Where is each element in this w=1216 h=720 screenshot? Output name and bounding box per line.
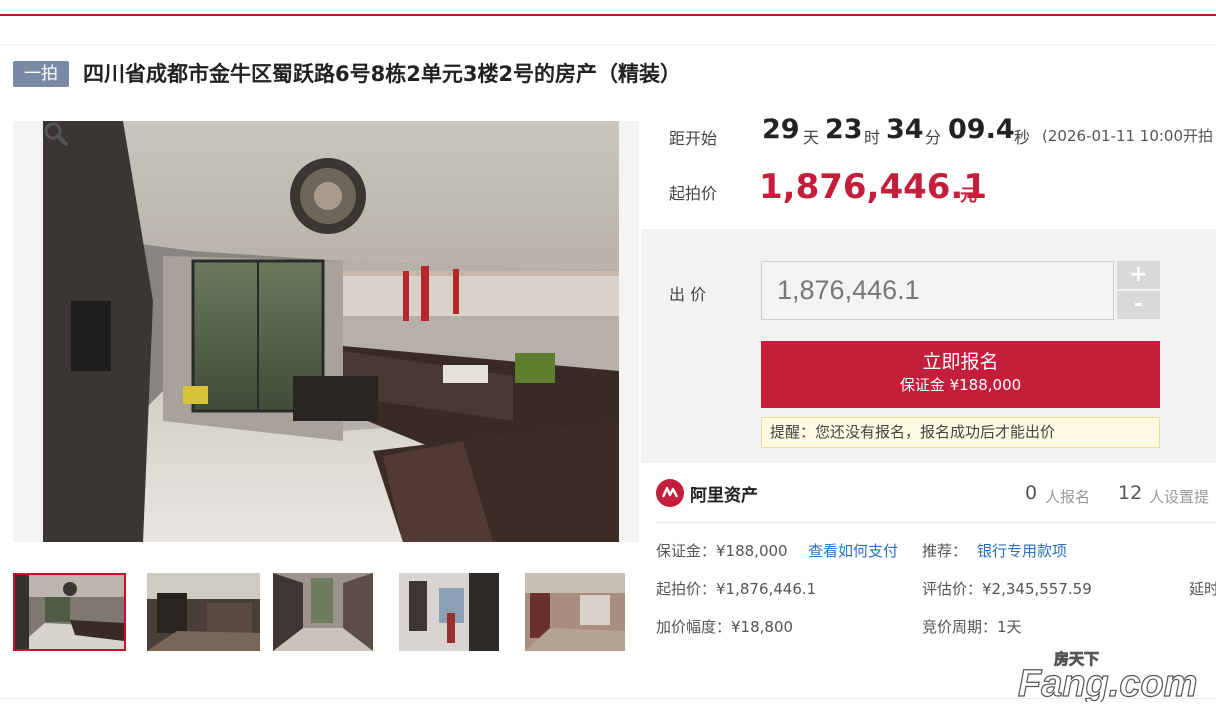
signup-count: 0 (1025, 482, 1038, 504)
ali-assets-logo-icon (656, 479, 684, 507)
deposit-info: 保证金：¥188,000 (656, 542, 788, 560)
register-deposit-label: 保证金 ¥188,000 (899, 376, 1022, 394)
extension-info: 延时 (1189, 580, 1216, 598)
decrease-bid-button[interactable]: - (1117, 291, 1160, 319)
countdown-minutes-unit: 分 (925, 128, 942, 147)
start-time: (2026-01-11 10:00开拍 (1042, 127, 1214, 145)
divider (656, 522, 1216, 523)
reminder-count: 12 (1118, 482, 1143, 504)
countdown-minutes: 34 (886, 114, 924, 145)
countdown-hours: 23 (825, 114, 863, 145)
magnifier-icon[interactable] (43, 121, 69, 147)
countdown-days: 29 (762, 114, 800, 145)
property-title: 四川省成都市金牛区蜀跃路6号8栋2单元3楼2号的房产（精装） (83, 62, 682, 86)
reminder-count-label: 人设置提 (1149, 488, 1210, 506)
thumbnail-4[interactable] (399, 573, 512, 651)
bank-payment-link[interactable]: 银行专用款项 (977, 540, 1067, 561)
bid-amount-input[interactable]: 1,876,446.1 (761, 261, 1114, 320)
thumbnail-5[interactable] (525, 573, 638, 651)
platform-name: 阿里资产 (690, 486, 758, 506)
countdown-days-unit: 天 (803, 128, 820, 147)
increment-info: 加价幅度：¥18,800 (656, 618, 794, 636)
living-room-image (43, 121, 619, 542)
start-price-unit: 元 (960, 186, 977, 206)
countdown-seconds: 09.4 (948, 114, 1015, 145)
register-button[interactable]: 立即报名 保证金 ¥188,000 (761, 341, 1160, 408)
cycle-info: 竞价周期：1天 (922, 618, 1022, 636)
top-accent-line (0, 14, 1216, 16)
increase-bid-button[interactable]: + (1117, 261, 1160, 289)
how-to-pay-link[interactable]: 查看如何支付 (808, 540, 898, 561)
countdown-hours-unit: 时 (864, 128, 881, 147)
auction-round-badge: 一拍 (13, 61, 69, 87)
countdown-seconds-unit: 秒 (1014, 128, 1031, 147)
divider (0, 44, 1216, 45)
thumbnail-3[interactable] (273, 573, 386, 651)
appraisal-info: 评估价：¥2,345,557.59 (922, 580, 1092, 598)
countdown-label: 距开始 (669, 129, 718, 148)
recommend-label: 推荐： (922, 542, 968, 560)
thumbnail-2[interactable] (147, 573, 260, 651)
bid-label: 出 价 (669, 285, 707, 304)
start-price-value: 1,876,446.1 (759, 167, 988, 207)
svg-text:Fang.com: Fang.com (1018, 663, 1197, 702)
registration-reminder: 提醒：您还没有报名，报名成功后才能出价 (761, 417, 1160, 448)
register-button-label: 立即报名 (922, 351, 999, 373)
signup-count-label: 人报名 (1045, 488, 1091, 506)
main-property-photo[interactable] (13, 121, 639, 542)
start-price-label: 起拍价 (669, 184, 718, 203)
start-price-info: 起拍价：¥1,876,446.1 (656, 580, 817, 598)
thumbnail-1[interactable] (13, 573, 126, 651)
fang-watermark-logo: 房天下 Fang.com (1017, 650, 1198, 702)
